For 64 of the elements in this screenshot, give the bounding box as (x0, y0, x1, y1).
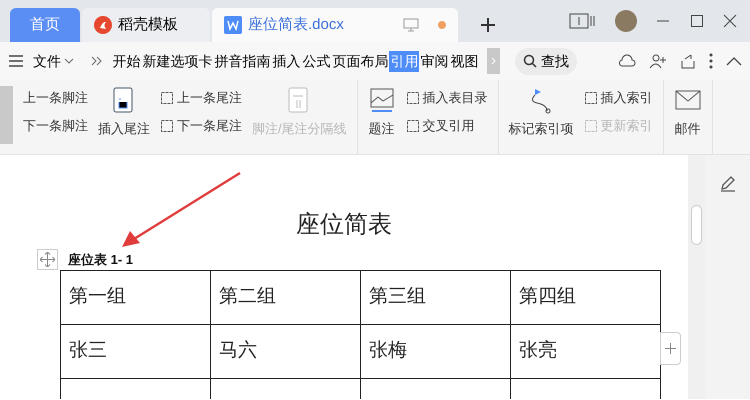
document-tab[interactable]: 稻壳模板 (82, 8, 210, 42)
image-icon (368, 86, 396, 114)
monitor-icon (403, 18, 419, 32)
table-cell: 马六 (210, 324, 360, 378)
maximize-icon[interactable] (690, 14, 704, 28)
double-chevron-icon[interactable] (91, 56, 104, 66)
small-box-icon (406, 91, 420, 105)
table-cell: 第三组 (360, 270, 510, 324)
collapse-icon[interactable] (726, 56, 742, 66)
table-cell: 第二组 (210, 270, 360, 324)
ribbon-tab[interactable]: 开始 (111, 50, 142, 72)
table-caption: 座位表 1- 1 (68, 250, 134, 269)
ribbon-tab[interactable]: 拼音指南 (213, 50, 272, 72)
small-box-icon (406, 119, 420, 133)
ribbon-tab[interactable]: 新建选项卡 (141, 50, 214, 72)
more-icon[interactable] (709, 53, 713, 69)
move-icon (40, 252, 55, 267)
table-cell: 第四组 (510, 270, 660, 324)
cloud-icon[interactable] (618, 53, 636, 69)
ribbon-button[interactable]: 下一条脚注 (21, 114, 90, 138)
add-tab-icon[interactable] (480, 17, 496, 33)
search-button[interactable]: 查找 (514, 48, 577, 74)
ribbon-button[interactable]: 交叉引用 (404, 114, 490, 138)
table-cell: 张梅 (360, 324, 510, 378)
scroll-thumb[interactable] (691, 205, 702, 245)
close-icon[interactable] (723, 14, 737, 28)
small-box-icon (160, 119, 174, 133)
ribbon-tab[interactable]: 视图 (449, 50, 480, 72)
ribbon-button[interactable]: 下一条尾注 (158, 114, 244, 138)
file-menu[interactable]: 文件 (32, 50, 76, 72)
flame-logo-icon (94, 16, 112, 34)
chevron-down-icon (64, 58, 74, 64)
ribbon-button[interactable]: 插入索引 (582, 86, 655, 110)
window-count-icon[interactable] (569, 13, 595, 29)
small-box-icon (584, 91, 598, 105)
share-icon[interactable] (680, 53, 696, 69)
move-handle[interactable] (37, 249, 58, 270)
document-title: 座位简表 (295, 210, 393, 240)
chevron-right-icon (491, 57, 496, 65)
menu-icon[interactable] (8, 54, 24, 68)
document-tab[interactable]: 座位简表.docx (212, 8, 458, 42)
ribbon-button[interactable]: 邮件 (672, 84, 704, 150)
ribbon-button[interactable]: 标记索引项 (506, 84, 576, 150)
table-cell: 第一组 (60, 270, 210, 324)
small-box-icon (160, 91, 174, 105)
ribbon-tab[interactable]: 审阅 (419, 50, 450, 72)
plus-icon (665, 342, 676, 354)
scrollbar[interactable] (688, 155, 705, 399)
pen-icon[interactable] (718, 174, 736, 192)
search-icon (522, 54, 537, 68)
add-user-icon[interactable] (649, 53, 667, 69)
add-row-button[interactable] (660, 332, 681, 365)
ribbon-button[interactable]: 上一条脚注 (21, 86, 90, 110)
word-document-icon (224, 16, 242, 34)
ribbon-tab[interactable]: 公式 (301, 50, 332, 72)
table-cell: 张三 (60, 324, 210, 378)
small-box-icon (584, 119, 598, 133)
ribbon-button[interactable]: 题注 (366, 84, 398, 150)
ribbon-button[interactable]: 上一条尾注 (158, 86, 244, 110)
ribbon-tab[interactable]: 插入 (271, 50, 302, 72)
ribbon-button[interactable]: 插入尾注 (96, 84, 152, 150)
ribbon-tab[interactable]: 页面布局 (331, 50, 390, 72)
avatar[interactable] (614, 10, 636, 32)
ribbon-button[interactable]: 插入表目录 (404, 86, 490, 110)
